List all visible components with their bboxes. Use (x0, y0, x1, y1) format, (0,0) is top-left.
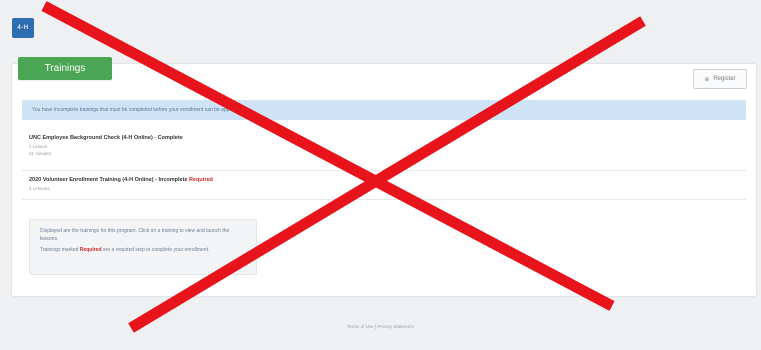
register-button[interactable]: ⊕ Register (693, 69, 747, 89)
info-line-2-prefix: Trainings marked (40, 247, 79, 253)
info-line-2-suffix: are a required step to complete your enr… (102, 247, 210, 253)
training-row[interactable]: 2020 Volunteer Enrollment Training (4-H … (22, 176, 746, 192)
plus-circle-icon: ⊕ (704, 76, 710, 83)
tab-trainings[interactable]: Trainings (18, 57, 112, 80)
trainings-info-box: Displayed are the trainings for this pro… (29, 219, 257, 275)
logo-text: 4-H (17, 25, 29, 31)
alert-text: You have incomplete trainings that must … (32, 107, 244, 113)
page: 4-H Trainings ⊕ Register You have incomp… (0, 0, 761, 350)
register-button-label: Register (713, 76, 736, 82)
app-logo[interactable]: 4-H (12, 18, 34, 38)
tab-trainings-label: Trainings (44, 63, 86, 74)
training-duration: 21 minutes (29, 151, 52, 156)
incomplete-trainings-alert: You have incomplete trainings that must … (22, 100, 746, 120)
training-lessons: 1 Lesson (29, 144, 48, 149)
footer-text: Terms of Use | Privacy Statement (347, 324, 414, 329)
training-title: UNC Employee Background Check (4-H Onlin… (29, 135, 183, 141)
info-required-label: Required (79, 247, 102, 253)
required-badge: Required (189, 177, 213, 183)
footer-links[interactable]: Terms of Use | Privacy Statement (0, 324, 761, 329)
training-lessons: 3 Lessons (29, 186, 50, 191)
row-divider (22, 199, 746, 200)
info-line-1: Displayed are the trainings for this pro… (40, 228, 230, 242)
row-divider (22, 170, 746, 171)
training-row[interactable]: UNC Employee Background Check (4-H Onlin… (22, 134, 746, 157)
training-title: 2020 Volunteer Enrollment Training (4-H … (29, 177, 188, 183)
